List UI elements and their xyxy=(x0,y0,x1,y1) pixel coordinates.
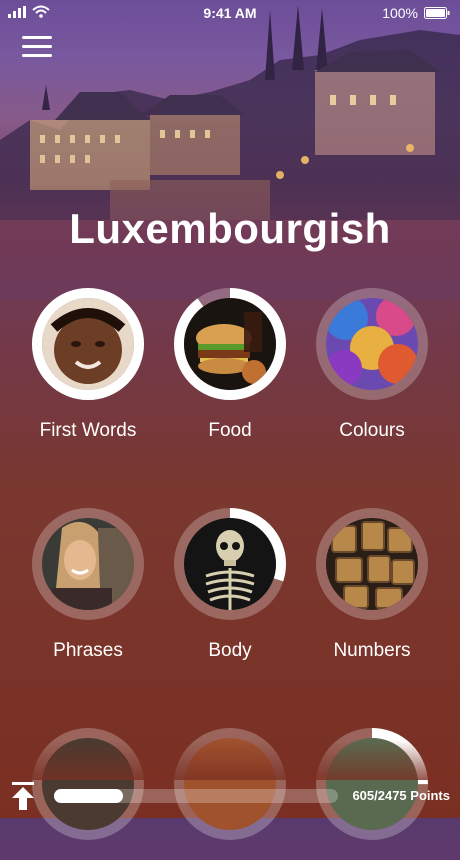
food-photo xyxy=(184,298,276,390)
battery-icon xyxy=(424,7,450,19)
page-title: Luxembourgish xyxy=(69,205,391,252)
skeleton-photo xyxy=(184,518,276,610)
status-bar: 9:41 AM 100% xyxy=(0,0,460,24)
category-progress-ring xyxy=(174,508,286,620)
numbers-photo xyxy=(326,518,418,610)
category-label: Colours xyxy=(339,420,405,441)
category-progress-ring xyxy=(316,508,428,620)
category-numbers[interactable]: Numbers xyxy=(302,508,442,662)
child-photo xyxy=(42,298,134,390)
category-progress-ring xyxy=(174,288,286,400)
menu-icon-line xyxy=(22,54,52,57)
category-label: Food xyxy=(208,420,252,441)
category-phrases[interactable]: Phrases xyxy=(18,508,158,662)
battery-percent: 100% xyxy=(382,5,418,21)
phrases-photo xyxy=(42,518,134,610)
category-progress-ring xyxy=(32,508,144,620)
status-right: 100% xyxy=(382,5,450,21)
menu-icon-line xyxy=(22,45,52,48)
category-label: First Words xyxy=(39,420,137,441)
points-progress-bar xyxy=(54,789,338,803)
category-progress-ring xyxy=(316,288,428,400)
arrow-up-icon xyxy=(12,782,34,810)
menu-icon xyxy=(22,36,52,39)
category-label: Numbers xyxy=(333,640,411,661)
points-text: 605/2475 Points xyxy=(352,788,450,803)
scroll-top-button[interactable] xyxy=(10,782,36,810)
points-progress-fill xyxy=(54,789,124,803)
category-colours[interactable]: Colours xyxy=(302,288,442,442)
category-food[interactable]: Food xyxy=(160,288,300,442)
colours-photo xyxy=(326,298,418,390)
category-label: Body xyxy=(208,640,252,661)
menu-button[interactable] xyxy=(22,36,52,60)
category-progress-ring xyxy=(32,288,144,400)
category-label: Phrases xyxy=(53,640,123,661)
bottom-bar: 605/2475 Points xyxy=(0,774,460,818)
category-body[interactable]: Body xyxy=(160,508,300,662)
hero-city-image xyxy=(0,0,460,300)
category-first-words[interactable]: First Words xyxy=(18,288,158,442)
